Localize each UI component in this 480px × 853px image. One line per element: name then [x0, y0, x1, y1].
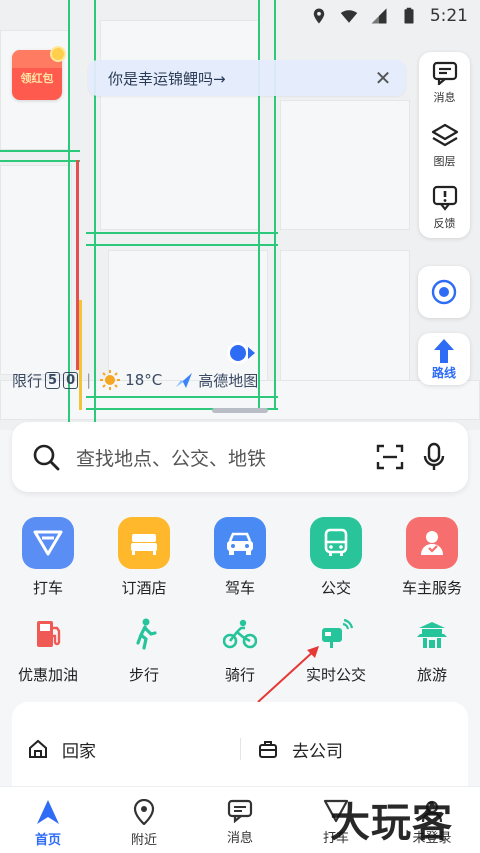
service-label: 打车 [32, 579, 63, 597]
go-home-button[interactable]: 回家 [28, 736, 96, 762]
layers-tool-button[interactable]: 图层 [419, 114, 470, 176]
fuel-pump-icon [26, 612, 70, 656]
walk-service[interactable]: 步行 [96, 612, 192, 685]
go-home-label: 回家 [62, 741, 96, 762]
map-road [0, 150, 80, 162]
wifi-icon [340, 10, 358, 23]
divider [240, 738, 241, 760]
map-road [86, 232, 278, 246]
user-location-icon [227, 342, 255, 364]
promo-banner[interactable]: 你是幸运锦鲤吗→ ✕ [88, 60, 406, 96]
message-icon [432, 61, 457, 85]
info-separator: | [86, 371, 92, 389]
amap-logo-icon [176, 373, 193, 388]
bed-icon [118, 517, 170, 569]
restriction-label: 限行 [12, 371, 43, 390]
message-tool-label: 消息 [433, 91, 456, 104]
service-label: 订酒店 [121, 579, 167, 597]
service-label: 步行 [128, 666, 159, 684]
service-row-secondary: 优惠加油 步行 骑行 实时公交 旅游 [0, 612, 480, 685]
layers-tool-label: 图层 [433, 155, 456, 168]
map-info-bar: 限行 5 0 | 18°C 高德地图 [12, 369, 258, 391]
message-tool-button[interactable]: 消息 [419, 52, 470, 114]
tab-label: 附近 [130, 833, 157, 848]
taxi-icon [22, 517, 74, 569]
coin-icon [50, 46, 66, 62]
map-block [0, 165, 72, 375]
walking-person-icon [122, 612, 166, 656]
microphone-icon[interactable] [412, 435, 456, 479]
tab-label: 消息 [226, 831, 253, 846]
clock: 5:21 [429, 6, 468, 26]
briefcase-icon [259, 741, 277, 758]
go-work-label: 去公司 [292, 741, 343, 762]
annotation-arrow [257, 646, 319, 703]
scan-icon[interactable] [368, 435, 412, 479]
location-status-icon [313, 8, 325, 24]
service-label: 优惠加油 [17, 666, 78, 684]
go-work-button[interactable]: 去公司 [258, 736, 343, 762]
sun-icon [100, 370, 121, 390]
map-block [280, 100, 410, 230]
close-icon[interactable]: ✕ [368, 63, 398, 93]
service-label: 驾车 [224, 579, 255, 597]
layers-icon [431, 123, 458, 147]
service-label: 旅游 [416, 666, 447, 684]
watermark: 大玩客 [330, 799, 453, 846]
pagoda-icon [410, 612, 454, 656]
restriction-number: 0 [63, 371, 79, 389]
map-pin-icon [133, 799, 155, 825]
drive-service[interactable]: 驾车 [192, 517, 288, 598]
service-label: 车主服务 [401, 579, 462, 597]
tab-label: 首页 [34, 833, 61, 848]
amap-logo: 高德地图 [174, 370, 258, 391]
bus-service[interactable]: 公交 [288, 517, 384, 598]
map-road-slow [79, 300, 82, 410]
service-row-primary: 打车 订酒店 驾车 公交 车主服务 [0, 517, 480, 598]
travel-service[interactable]: 旅游 [384, 612, 480, 685]
search-placeholder: 查找地点、公交、地铁 [76, 447, 267, 470]
hotel-service[interactable]: 订酒店 [96, 517, 192, 598]
taxi-service[interactable]: 打车 [0, 517, 96, 598]
promo-banner-text: 你是幸运锦鲤吗→ [108, 69, 226, 88]
tab-home[interactable]: 首页 [0, 787, 96, 853]
status-bar: 5:21 [0, 0, 480, 34]
route-button[interactable]: 路线 [418, 333, 470, 385]
service-label: 骑行 [224, 666, 255, 684]
signal-icon [371, 8, 387, 24]
locate-me-button[interactable] [418, 266, 470, 318]
navigation-arrow-icon [37, 800, 59, 824]
temperature: 18°C [125, 371, 163, 389]
search-icon [24, 435, 68, 479]
message-icon [227, 799, 253, 823]
red-envelope-label: 领红包 [20, 72, 54, 85]
feedback-tool-label: 反馈 [433, 217, 456, 230]
map-tool-column: 消息 图层 反馈 [419, 52, 470, 238]
car-icon [214, 517, 266, 569]
service-label: 公交 [320, 579, 351, 597]
feedback-tool-button[interactable]: 反馈 [419, 176, 470, 238]
red-envelope-button[interactable]: 领红包 [12, 46, 66, 100]
home-icon [29, 739, 47, 758]
battery-icon [404, 7, 414, 24]
target-icon [431, 279, 457, 305]
route-button-label: 路线 [431, 365, 456, 380]
amap-logo-text: 高德地图 [198, 371, 259, 390]
drag-handle[interactable] [212, 408, 268, 413]
restriction-number: 5 [45, 371, 61, 389]
tab-nearby[interactable]: 附近 [96, 787, 192, 853]
map-block [280, 250, 410, 390]
tab-messages[interactable]: 消息 [192, 787, 288, 853]
map-block [100, 20, 260, 230]
car-owner-service[interactable]: 车主服务 [384, 517, 480, 598]
bus-icon [310, 517, 362, 569]
search-bar[interactable]: 查找地点、公交、地铁 [12, 422, 468, 492]
car-owner-icon [406, 517, 458, 569]
feedback-icon [432, 185, 457, 211]
fuel-service[interactable]: 优惠加油 [0, 612, 96, 685]
route-arrow-icon [434, 338, 454, 363]
